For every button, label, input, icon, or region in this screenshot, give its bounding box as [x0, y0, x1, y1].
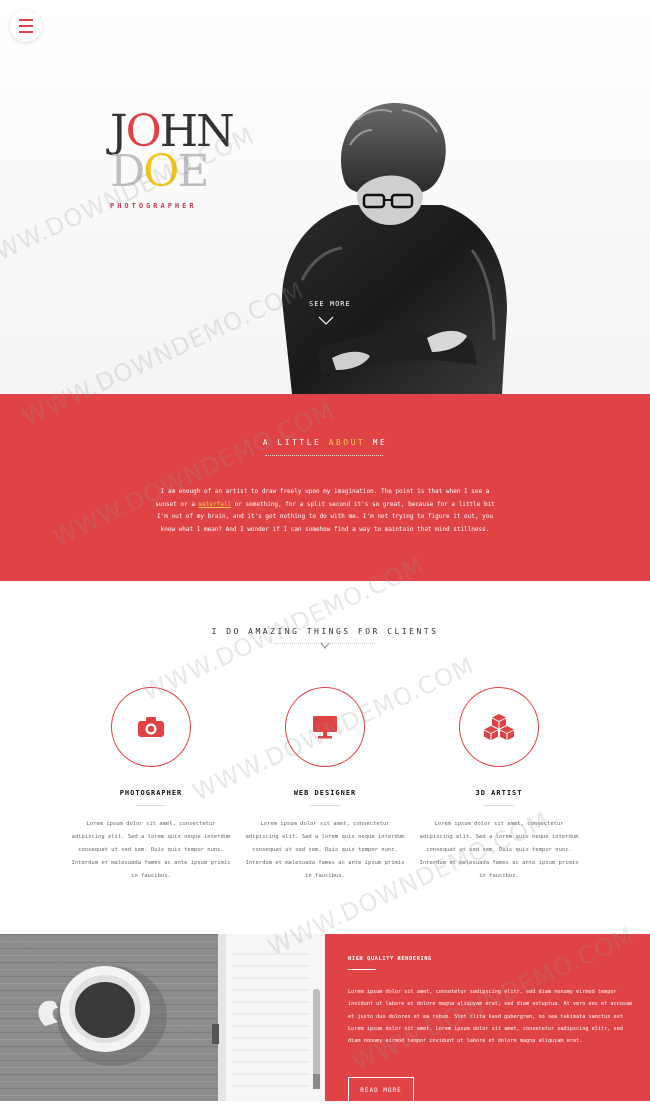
quality-text: Lorem ipsum dolor sit amet, consetetur s… [348, 989, 633, 1045]
service-icon-circle[interactable] [285, 687, 365, 767]
heading-divider [265, 455, 383, 457]
service-3d-artist: 3D ARTIST Lorem ipsum dolor sit amet, co… [419, 687, 579, 883]
service-text: Lorem ipsum dolor sit amet, consectetur … [245, 821, 405, 879]
service-divider [136, 805, 166, 806]
service-title: 3D ARTIST [475, 789, 523, 797]
logo-last-name: DOE [110, 146, 209, 197]
services-heading: I DO AMAZING THINGS FOR CLIENTS [211, 627, 439, 636]
hamburger-icon [19, 17, 33, 35]
service-title: PHOTOGRAPHER [119, 789, 183, 797]
menu-button[interactable] [10, 10, 42, 42]
service-divider [484, 805, 514, 806]
service-icon-circle[interactable] [459, 687, 539, 767]
service-divider [310, 805, 340, 806]
service-title: WEB DESIGNER [293, 789, 357, 797]
monitor-icon [313, 716, 337, 739]
see-more-link[interactable]: SEE MORE [309, 300, 351, 308]
waterfall-link[interactable]: waterfall [199, 501, 232, 508]
read-more-button[interactable]: READ MORE [348, 1077, 414, 1103]
service-text: Lorem ipsum dolor sit amet, consectetur … [71, 821, 231, 879]
services-section: I DO AMAZING THINGS FOR CLIENTS PHOTOGRA… [0, 581, 650, 934]
logo-subtitle: PHOTOGRAPHER [110, 202, 197, 210]
quality-divider [348, 969, 376, 970]
chevron-down-icon [320, 642, 330, 649]
quality-heading: HIGH QUALITY RENDERING [348, 956, 432, 962]
service-text: Lorem ipsum dolor sit amet, consectetur … [419, 821, 579, 879]
portrait-image [282, 102, 507, 394]
quality-section: HIGH QUALITY RENDERING Lorem ipsum dolor… [0, 934, 650, 1103]
about-section: A LITTLE ABOUT ME I am enough of an arti… [0, 394, 650, 581]
quality-panel: HIGH QUALITY RENDERING Lorem ipsum dolor… [325, 934, 650, 1103]
camera-icon [138, 717, 164, 737]
about-heading: A LITTLE ABOUT ME [262, 438, 388, 447]
service-icon-circle[interactable] [111, 687, 191, 767]
cubes-icon [484, 714, 514, 740]
chevron-down-icon[interactable] [318, 316, 334, 326]
service-photographer: PHOTOGRAPHER Lorem ipsum dolor sit amet,… [71, 687, 231, 883]
hero-section: JOHN DOE PHOTOGRAPHER SEE MORE [0, 0, 650, 394]
coffee-notebook-image [0, 934, 325, 1101]
about-text: I am enough of an artist to draw freely … [155, 488, 495, 533]
service-web-designer: WEB DESIGNER Lorem ipsum dolor sit amet,… [245, 687, 405, 883]
site-logo[interactable]: JOHN DOE PHOTOGRAPHER [110, 110, 235, 211]
